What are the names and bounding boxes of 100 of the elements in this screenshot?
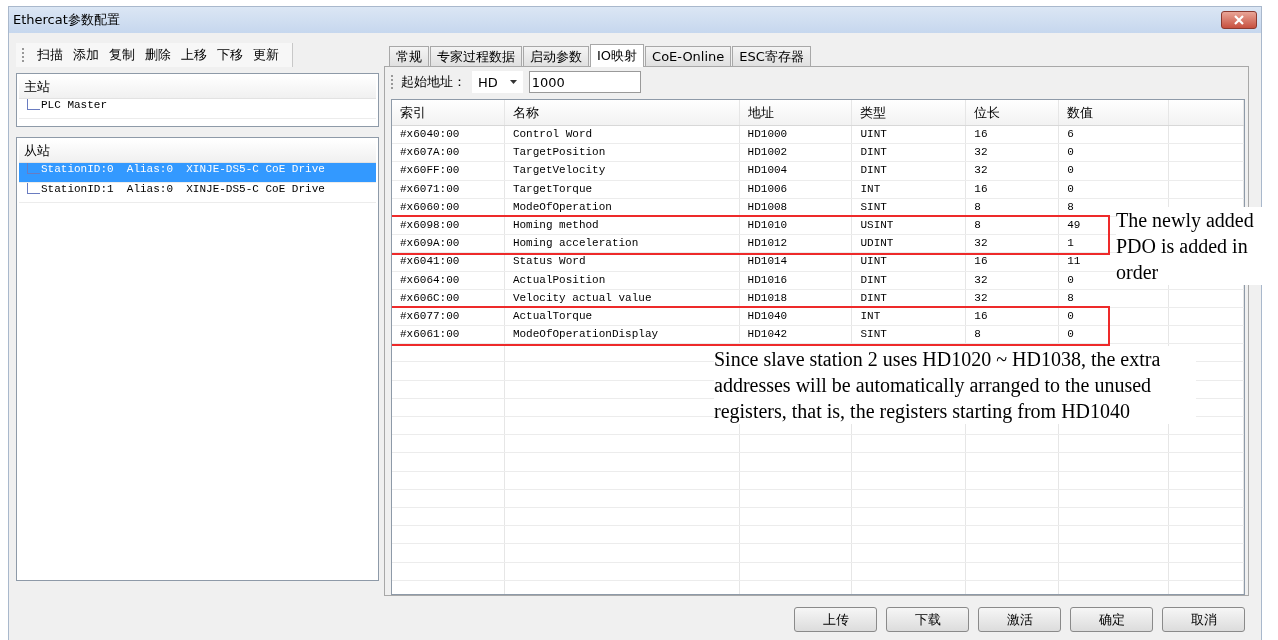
table-cell: HD1008	[739, 198, 853, 216]
close-icon	[1233, 15, 1245, 25]
table-cell: ActualPosition	[504, 271, 740, 289]
dialog-button[interactable]: 激活	[978, 607, 1061, 632]
toolbar-button[interactable]: 下移	[212, 44, 248, 66]
table-cell: 32	[966, 289, 1060, 307]
column-header[interactable]: 索引	[392, 100, 505, 125]
table-cell: Homing acceleration	[504, 235, 740, 253]
caret-icon	[509, 80, 517, 84]
table-cell: INT	[852, 180, 967, 198]
toolbar-button[interactable]: 添加	[68, 44, 104, 66]
table-cell: #x6071:00	[392, 180, 505, 198]
table-cell: SINT	[852, 198, 967, 216]
tree-item[interactable]: PLC Master	[19, 99, 376, 119]
tab[interactable]: 常规	[389, 46, 429, 66]
table-cell: 0	[1059, 162, 1170, 180]
table-cell: ModeOfOperationDisplay	[504, 326, 740, 344]
table-cell: 32	[966, 144, 1060, 162]
toolbar-button[interactable]: 上移	[176, 44, 212, 66]
table-cell: 16	[966, 253, 1060, 271]
table-cell: Status Word	[504, 253, 740, 271]
tab[interactable]: ESC寄存器	[732, 46, 811, 66]
table-cell: 6	[1059, 126, 1170, 144]
table-cell: 0	[1059, 180, 1170, 198]
column-header[interactable]: 位长	[966, 100, 1060, 125]
table-cell: TargetVelocity	[504, 162, 740, 180]
table-cell: UINT	[852, 126, 967, 144]
table-cell: HD1012	[739, 235, 853, 253]
table-cell: INT	[852, 307, 967, 326]
table-cell: 8	[966, 216, 1060, 235]
table-cell: ModeOfOperation	[504, 198, 740, 216]
toolbar-button[interactable]: 删除	[140, 44, 176, 66]
toolbar-button[interactable]: 复制	[104, 44, 140, 66]
table-cell: Homing method	[504, 216, 740, 235]
column-header[interactable]: 类型	[852, 100, 967, 125]
table-cell: HD1010	[739, 216, 853, 235]
table-cell: #x6098:00	[392, 216, 505, 235]
table-cell: USINT	[852, 216, 967, 235]
table-cell: #x6060:00	[392, 198, 505, 216]
dialog-button[interactable]: 上传	[794, 607, 877, 632]
dialog-button[interactable]: 取消	[1162, 607, 1245, 632]
start-address-label: 起始地址：	[401, 73, 466, 91]
table-cell: HD1006	[739, 180, 853, 198]
table-cell: SINT	[852, 326, 967, 344]
table-cell: Control Word	[504, 126, 740, 144]
table-cell: #x6041:00	[392, 253, 505, 271]
tree-item[interactable]: StationID:1 Alias:0 XINJE-DS5-C CoE Drive	[19, 183, 376, 204]
table-cell: 16	[966, 126, 1060, 144]
annotation-text: Since slave station 2 uses HD1020 ~ HD1038, the extra addresses will be automatically arranged to the unused registers, that is, the registers starting from HD1040	[714, 346, 1196, 424]
tab[interactable]: 启动参数	[523, 46, 589, 66]
table-cell: 16	[966, 180, 1060, 198]
table-cell: HD1040	[739, 307, 853, 326]
table-cell: Velocity actual value	[504, 289, 740, 307]
table-cell: 0	[1059, 307, 1170, 326]
table-cell: #x606C:00	[392, 289, 505, 307]
table-cell: 32	[966, 235, 1060, 253]
table-cell: #x6061:00	[392, 326, 505, 344]
table-cell: HD1002	[739, 144, 853, 162]
dialog-button[interactable]: 确定	[1070, 607, 1153, 632]
table-cell: #x6077:00	[392, 307, 505, 326]
area-dropdown[interactable]: HD	[472, 71, 523, 93]
table-cell: TargetPosition	[504, 144, 740, 162]
table-cell: 8	[966, 326, 1060, 344]
table-cell: UINT	[852, 253, 967, 271]
table-cell: HD1016	[739, 271, 853, 289]
tab[interactable]: CoE-Online	[645, 46, 732, 66]
close-button[interactable]	[1221, 11, 1257, 29]
tab[interactable]: IO映射	[590, 44, 645, 67]
table-cell: UDINT	[852, 235, 967, 253]
table-cell: DINT	[852, 162, 967, 180]
table-cell: 32	[966, 162, 1060, 180]
toolbar-button[interactable]: 更新	[248, 44, 284, 66]
table-cell: 16	[966, 307, 1060, 326]
tab[interactable]: 专家过程数据	[430, 46, 522, 66]
start-address-field[interactable]: 1000	[528, 71, 641, 93]
table-cell: HD1000	[739, 126, 853, 144]
table-cell: HD1014	[739, 253, 853, 271]
column-header[interactable]: 数值	[1059, 100, 1170, 125]
table-cell: DINT	[852, 271, 967, 289]
table-cell: HD1042	[739, 326, 853, 344]
table-cell: #x607A:00	[392, 144, 505, 162]
table-cell: 0	[1059, 326, 1170, 344]
table-cell: #x609A:00	[392, 235, 505, 253]
table-cell: HD1004	[739, 162, 853, 180]
toolbar-button[interactable]: 扫描	[32, 44, 68, 66]
table-cell: 0	[1059, 144, 1170, 162]
table-cell: #x6064:00	[392, 271, 505, 289]
table-cell: DINT	[852, 144, 967, 162]
table-cell: ActualTorque	[504, 307, 740, 326]
column-header[interactable]: 地址	[739, 100, 853, 125]
table-cell: #x6040:00	[392, 126, 505, 144]
table-cell: TargetTorque	[504, 180, 740, 198]
table-cell: 32	[966, 271, 1060, 289]
table-cell: 8	[1059, 289, 1170, 307]
dialog-button[interactable]: 下载	[886, 607, 969, 632]
table-cell: HD1018	[739, 289, 853, 307]
table-cell: 8	[966, 198, 1060, 216]
window-title: Ethercat参数配置	[13, 11, 120, 29]
table-cell: DINT	[852, 289, 967, 307]
column-header[interactable]: 名称	[504, 100, 740, 125]
